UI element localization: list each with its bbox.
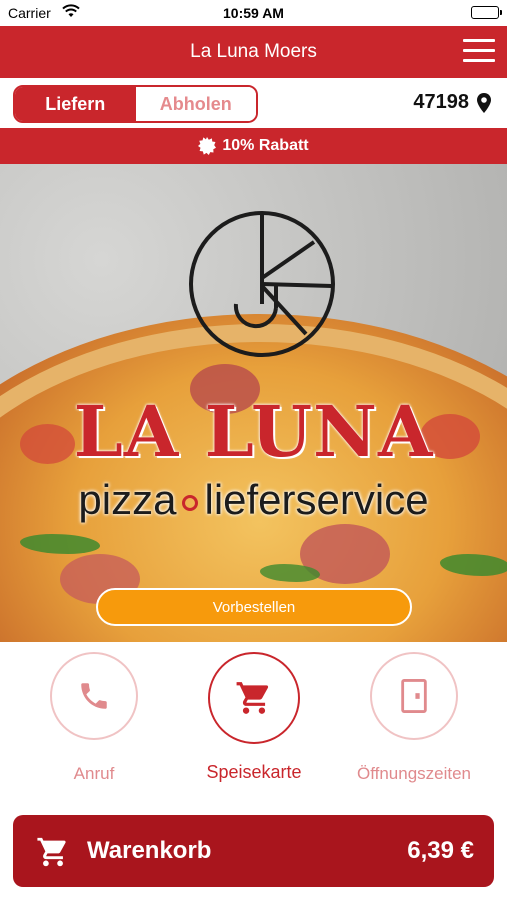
discount-text: 10% Rabatt [222, 137, 309, 154]
cart-bar[interactable]: Warenkorb 6,39 € [13, 815, 494, 887]
clock: 10:59 AM [223, 5, 284, 21]
tagline-right: lieferservice [204, 476, 429, 523]
location-pin-icon [477, 92, 491, 113]
battery-icon [471, 6, 502, 19]
hero-banner: LA LUNA pizza lieferservice Vorbestellen [0, 164, 507, 642]
badge-icon [198, 137, 217, 155]
brand-name: LA LUNA [73, 390, 434, 473]
zip-code: 47198 [413, 91, 469, 113]
menu-button[interactable] [208, 652, 300, 744]
discount-banner: 10% Rabatt [0, 128, 507, 164]
tagline-left: pizza [78, 476, 177, 523]
call-button[interactable] [50, 652, 138, 740]
order-mode-row: Liefern Abholen 47198 [0, 80, 507, 128]
hours-button[interactable] [370, 652, 458, 740]
hamburger-menu-icon[interactable] [463, 39, 495, 65]
tagline-dot [182, 494, 199, 511]
status-bar: Carrier 10:59 AM [0, 0, 507, 26]
zip-selector[interactable]: 47198 [413, 91, 491, 114]
menu-action[interactable]: Speisekarte [184, 652, 324, 783]
preorder-button[interactable]: Vorbestellen [96, 588, 412, 626]
order-mode-toggle: Liefern Abholen [13, 85, 258, 123]
phone-icon [81, 683, 107, 709]
deliver-tab[interactable]: Liefern [15, 87, 136, 121]
call-action[interactable]: Anruf [24, 652, 164, 784]
call-label: Anruf [73, 764, 115, 783]
cart-icon [236, 682, 269, 714]
page-title: La Luna Moers [190, 41, 317, 62]
hours-label: Öffnungszeiten [356, 764, 472, 783]
cart-total: 6,39 € [407, 837, 474, 864]
door-icon [401, 679, 427, 713]
pickup-tab[interactable]: Abholen [135, 87, 256, 121]
hours-action[interactable]: Öffnungszeiten [344, 652, 484, 784]
quick-actions: Anruf Speisekarte Öffnungszeiten [0, 642, 507, 802]
shopping-cart-icon [37, 837, 66, 867]
moon-logo-icon [189, 211, 335, 357]
cart-label: Warenkorb [87, 837, 212, 864]
tagline: pizza lieferservice [0, 476, 507, 524]
menu-label: Speisekarte [206, 762, 302, 782]
app-header: La Luna Moers [0, 26, 507, 78]
